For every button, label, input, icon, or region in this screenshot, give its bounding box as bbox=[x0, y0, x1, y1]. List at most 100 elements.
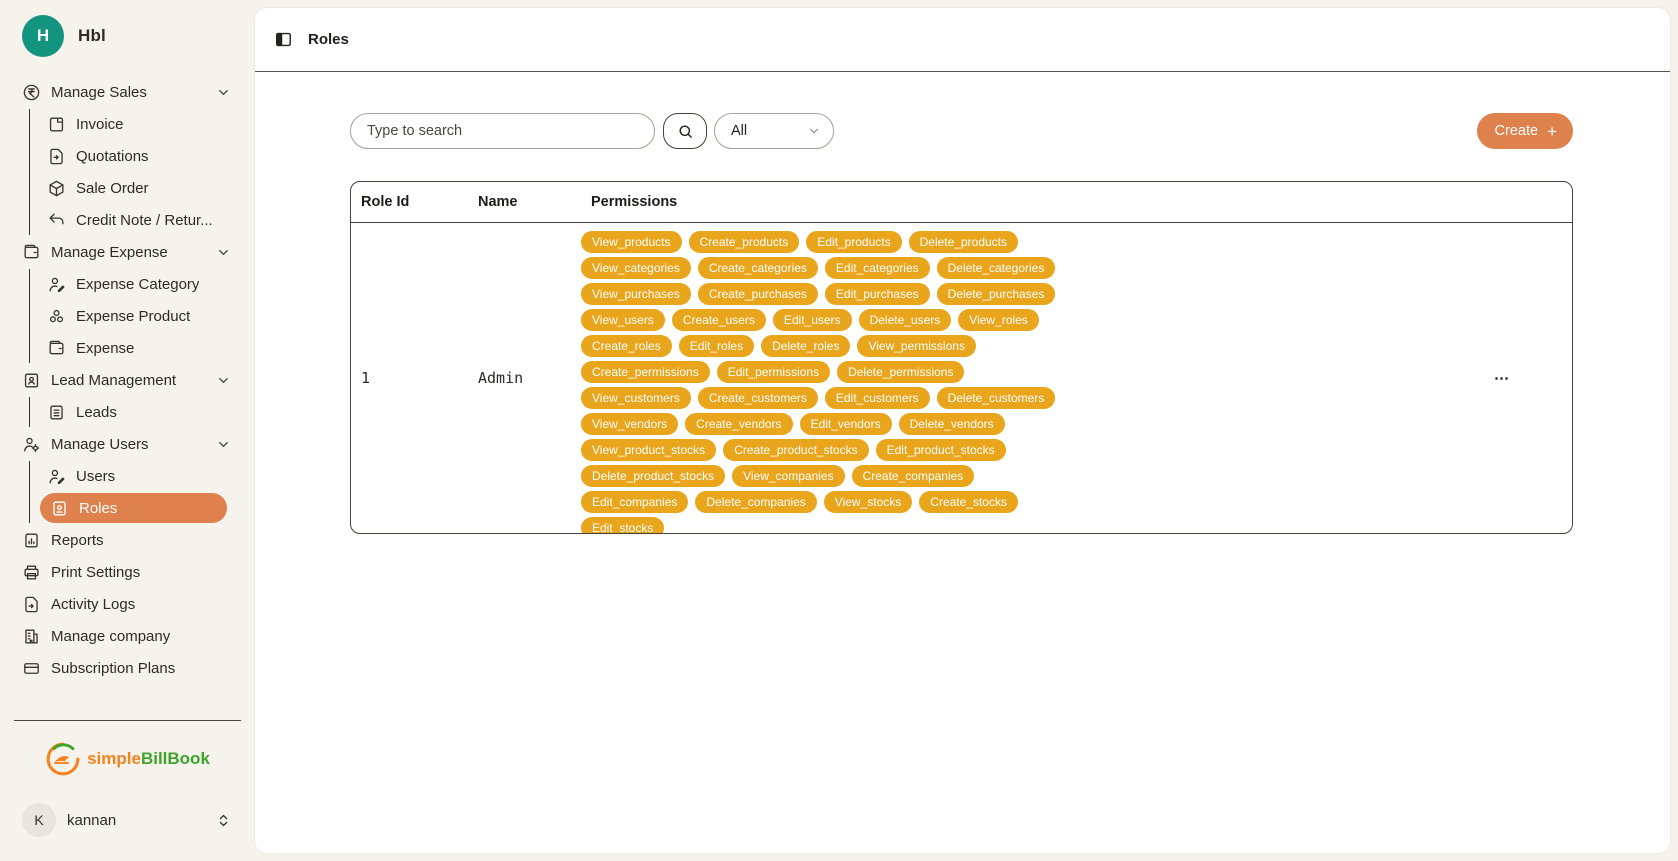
chevron-down-icon bbox=[216, 245, 231, 260]
sidebar-item-activity-logs[interactable]: Activity Logs bbox=[22, 589, 241, 619]
sidebar-item-reports[interactable]: Reports bbox=[22, 525, 241, 555]
permission-badge: Delete_products bbox=[909, 231, 1018, 253]
user-pen-icon bbox=[47, 467, 66, 486]
permission-badge: Create_roles bbox=[581, 335, 672, 357]
create-button[interactable]: Create + bbox=[1477, 113, 1573, 149]
user-avatar: K bbox=[22, 803, 56, 837]
permission-badge: View_roles bbox=[958, 309, 1038, 331]
sidebar-group-manage-users[interactable]: Manage Users bbox=[22, 429, 241, 459]
permission-badge: Create_companies bbox=[852, 465, 975, 487]
column-header-permissions: Permissions bbox=[581, 182, 1432, 222]
sidebar-group-manage-sales[interactable]: Manage Sales bbox=[22, 77, 241, 107]
sidebar-group-label: Manage Expense bbox=[51, 244, 168, 261]
sidebar-item-roles[interactable]: Roles bbox=[40, 493, 227, 523]
permission-badge: Edit_roles bbox=[679, 335, 754, 357]
chevron-down-icon bbox=[216, 373, 231, 388]
sidebar-item-label: Subscription Plans bbox=[51, 660, 175, 677]
sidebar-item-credit-note[interactable]: Credit Note / Retur... bbox=[30, 205, 241, 235]
simplebillbook-logo: simpleBillBook bbox=[0, 721, 255, 803]
package-icon bbox=[47, 179, 66, 198]
sidebar-group-manage-expense[interactable]: Manage Expense bbox=[22, 237, 241, 267]
simplebillbook-logo-mark-icon bbox=[45, 741, 81, 777]
table-header-row: Role Id Name Permissions bbox=[351, 182, 1572, 222]
file-chart-icon bbox=[22, 531, 41, 550]
permission-badge: View_product_stocks bbox=[581, 439, 716, 461]
permission-badge: Delete_product_stocks bbox=[581, 465, 725, 487]
plus-icon: + bbox=[1547, 123, 1557, 140]
sidebar-toggle-icon[interactable] bbox=[274, 30, 293, 49]
filter-select-value: All bbox=[731, 123, 747, 139]
permission-badge: Delete_roles bbox=[761, 335, 850, 357]
permission-badge: Edit_permissions bbox=[717, 361, 830, 383]
row-actions-button[interactable]: ⋯ bbox=[1432, 222, 1572, 533]
sidebar-item-label: Expense Product bbox=[76, 308, 190, 325]
permission-badge: Create_customers bbox=[698, 387, 818, 409]
sidebar-item-manage-company[interactable]: Manage company bbox=[22, 621, 241, 651]
page-content: All Create + Role Id Name Permissions bbox=[255, 72, 1670, 534]
boxes-icon bbox=[47, 307, 66, 326]
permission-badge: Edit_products bbox=[806, 231, 901, 253]
sidebar: H Hbl Manage Sales Invoice bbox=[0, 0, 255, 861]
workspace-switcher[interactable]: H Hbl bbox=[0, 0, 255, 67]
permission-badge: View_companies bbox=[732, 465, 845, 487]
permission-badge: Edit_companies bbox=[581, 491, 688, 513]
sidebar-item-label: Expense Category bbox=[76, 276, 199, 293]
sidebar-group-lead-management[interactable]: Lead Management bbox=[22, 365, 241, 395]
role-name-cell: Admin bbox=[468, 222, 581, 533]
page-header: Roles bbox=[255, 8, 1670, 72]
main-panel: Roles All Create + bbox=[255, 8, 1670, 853]
sidebar-item-sale-order[interactable]: Sale Order bbox=[30, 173, 241, 203]
sidebar-group-label: Manage Sales bbox=[51, 84, 147, 101]
sidebar-item-print-settings[interactable]: Print Settings bbox=[22, 557, 241, 587]
sidebar-item-label: Print Settings bbox=[51, 564, 140, 581]
create-button-label: Create bbox=[1495, 123, 1539, 139]
sidebar-item-label: Quotations bbox=[76, 148, 149, 165]
toolbar: All Create + bbox=[350, 113, 1573, 149]
sidebar-item-label: Invoice bbox=[76, 116, 124, 133]
sidebar-item-label: Manage company bbox=[51, 628, 170, 645]
role-id-cell: 1 bbox=[351, 222, 468, 533]
permission-badge: Edit_customers bbox=[825, 387, 930, 409]
search-input[interactable] bbox=[350, 113, 655, 149]
invoice-icon bbox=[47, 115, 66, 134]
permission-badge: Create_vendors bbox=[685, 413, 792, 435]
sidebar-item-invoice[interactable]: Invoice bbox=[30, 109, 241, 139]
sidebar-item-subscription-plans[interactable]: Subscription Plans bbox=[22, 653, 241, 683]
sidebar-item-label: Reports bbox=[51, 532, 104, 549]
credit-card-icon bbox=[22, 659, 41, 678]
permission-badge: Create_categories bbox=[698, 257, 818, 279]
search-icon bbox=[677, 123, 694, 140]
sidebar-item-label: Leads bbox=[76, 404, 117, 421]
sidebar-item-label: Roles bbox=[79, 500, 117, 517]
permission-badge: View_categories bbox=[581, 257, 691, 279]
sidebar-item-expense[interactable]: Expense bbox=[30, 333, 241, 363]
sidebar-item-label: Expense bbox=[76, 340, 134, 357]
permission-badge: Create_purchases bbox=[698, 283, 818, 305]
permission-badge: Create_stocks bbox=[919, 491, 1018, 513]
printer-icon bbox=[22, 563, 41, 582]
sidebar-item-quotations[interactable]: Quotations bbox=[30, 141, 241, 171]
submenu-manage-sales: Invoice Quotations Sale Order Credit Not… bbox=[29, 109, 241, 235]
permission-badge: Edit_categories bbox=[825, 257, 930, 279]
chevrons-up-down-icon bbox=[216, 813, 231, 828]
sidebar-item-label: Activity Logs bbox=[51, 596, 135, 613]
workspace-avatar: H bbox=[22, 15, 64, 57]
permission-badge: Create_users bbox=[672, 309, 766, 331]
permission-badge: View_users bbox=[581, 309, 665, 331]
arrow-return-left-icon bbox=[47, 211, 66, 230]
user-menu[interactable]: K kannan bbox=[0, 803, 255, 861]
sidebar-item-leads[interactable]: Leads bbox=[30, 397, 241, 427]
permission-badge: Delete_vendors bbox=[899, 413, 1005, 435]
sidebar-item-expense-product[interactable]: Expense Product bbox=[30, 301, 241, 331]
rupee-circle-icon bbox=[22, 83, 41, 102]
sidebar-item-expense-category[interactable]: Expense Category bbox=[30, 269, 241, 299]
submenu-manage-expense: Expense Category Expense Product Expense bbox=[29, 269, 241, 363]
filter-select[interactable]: All bbox=[714, 113, 834, 149]
submenu-manage-users: Users Roles bbox=[29, 461, 241, 523]
search-button[interactable] bbox=[663, 113, 707, 149]
sidebar-group-label: Manage Users bbox=[51, 436, 149, 453]
user-name: kannan bbox=[67, 812, 116, 829]
permission-badge: View_customers bbox=[581, 387, 691, 409]
column-header-actions bbox=[1432, 182, 1572, 222]
sidebar-item-users[interactable]: Users bbox=[30, 461, 241, 491]
